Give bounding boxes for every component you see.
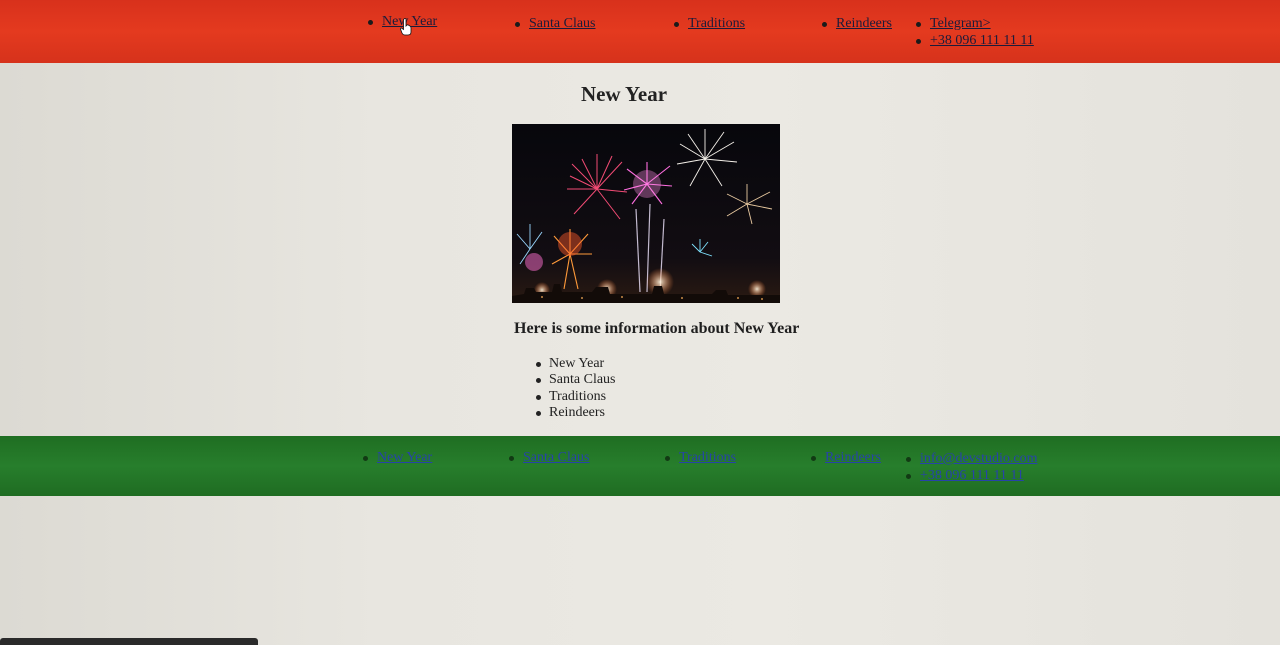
header-nav-item-santa-claus: Santa Claus <box>515 16 596 32</box>
list-item: Traditions <box>536 389 616 405</box>
footer-link-email[interactable]: info@devstudio.com <box>920 451 1038 466</box>
footer-contact-email: info@devstudio.com <box>906 451 1038 467</box>
header-link-phone[interactable]: +38 096 111 11 11 <box>930 33 1034 48</box>
header-link-santa-claus[interactable]: Santa Claus <box>529 16 596 31</box>
info-list: New Year Santa Claus Traditions Reindeer… <box>536 356 616 421</box>
header-contact-telegram: Telegram> <box>916 16 991 32</box>
list-item: Reindeers <box>536 405 616 421</box>
footer-nav-item-santa-claus: Santa Claus <box>509 450 590 466</box>
header-link-traditions[interactable]: Traditions <box>688 16 745 31</box>
header-nav-item-traditions: Traditions <box>673 16 745 32</box>
footer-contact-phone: +38 096 111 11 11 <box>906 468 1024 484</box>
list-item: New Year <box>536 356 616 372</box>
fireworks-image <box>512 124 780 303</box>
list-item: Santa Claus <box>536 372 616 388</box>
footer-link-phone[interactable]: +38 096 111 11 11 <box>920 468 1024 483</box>
footer-nav-item-traditions: Traditions <box>664 450 736 466</box>
header-contact-phone: +38 096 111 11 11 <box>916 33 1034 49</box>
footer-link-reindeers[interactable]: Reindeers <box>825 450 881 465</box>
header-nav: New Year Santa Claus Traditions Reindeer… <box>0 0 1280 63</box>
header-nav-item-reindeers: Reindeers <box>822 16 892 32</box>
footer-nav: New Year Santa Claus Traditions Reindeer… <box>0 436 1280 496</box>
footer-nav-item-reindeers: Reindeers <box>811 450 881 466</box>
taskbar <box>0 638 258 645</box>
header-link-reindeers[interactable]: Reindeers <box>836 16 892 31</box>
info-heading: Here is some information about New Year <box>514 320 800 337</box>
footer-link-santa-claus[interactable]: Santa Claus <box>523 450 590 465</box>
header-link-telegram[interactable]: Telegram> <box>930 16 991 31</box>
hand-cursor-icon <box>400 18 412 36</box>
footer-link-traditions[interactable]: Traditions <box>679 450 736 465</box>
footer-link-new-year[interactable]: New Year <box>377 450 432 465</box>
page-title: New Year <box>580 82 668 106</box>
footer-nav-item-new-year: New Year <box>362 450 432 466</box>
